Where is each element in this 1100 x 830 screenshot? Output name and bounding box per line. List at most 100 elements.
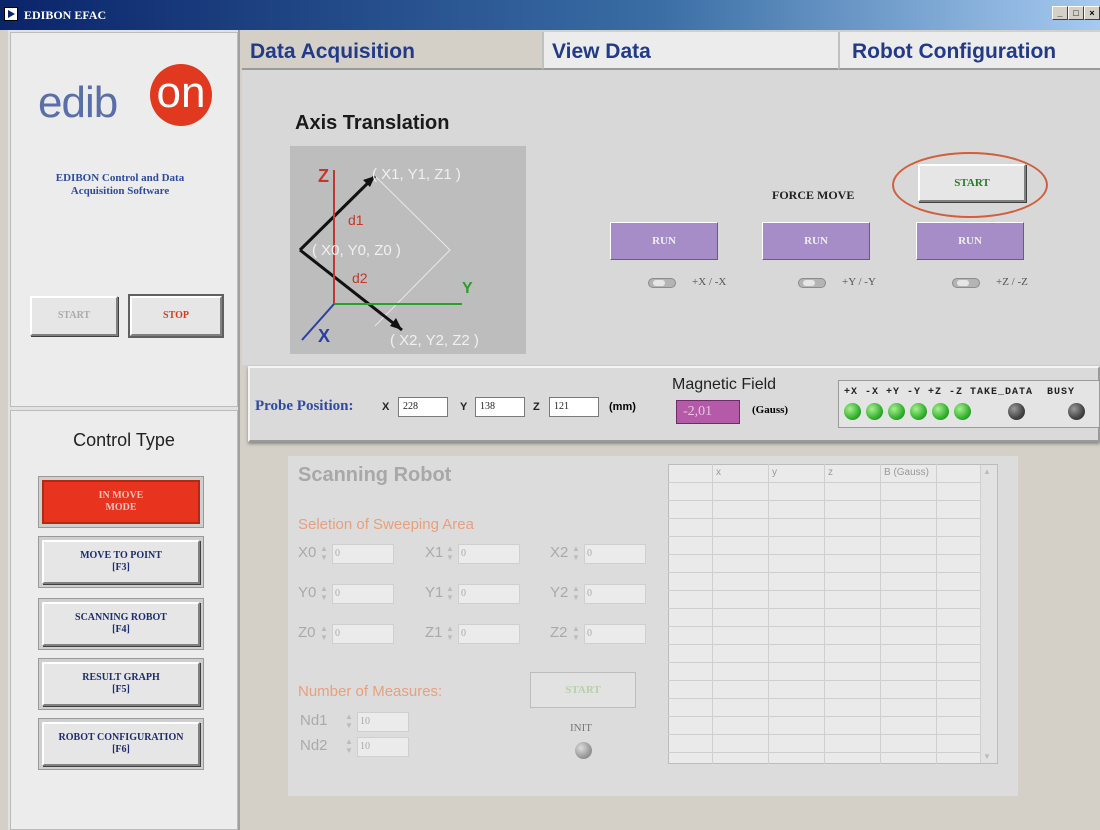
robot-configuration-button[interactable]: ROBOT CONFIGURATION [F6] (42, 722, 200, 766)
magnetic-field-title: Magnetic Field (672, 376, 777, 393)
y2-spinner[interactable]: ▲ ▼ (570, 584, 582, 604)
table-row (668, 536, 980, 537)
software-title: EDIBON Control and Data Acquisition Soft… (55, 172, 185, 197)
run-z-button[interactable]: RUN (916, 222, 1024, 260)
z1-label: Z1 (425, 624, 443, 641)
led-plus-x (844, 403, 861, 420)
z2-input[interactable]: 0 (584, 624, 646, 644)
d2-arrow (299, 248, 403, 332)
table-row (668, 752, 980, 753)
led-busy (1068, 403, 1085, 420)
d1-label: d1 (348, 212, 364, 228)
z1-spinner[interactable]: ▲ ▼ (444, 624, 456, 644)
x-axis-label: X (318, 326, 331, 346)
probe-unit-label: (mm) (609, 401, 636, 413)
in-move-mode-button[interactable]: IN MOVE MODE (42, 480, 200, 524)
x1-spinner[interactable]: ▲ ▼ (444, 544, 456, 564)
force-move-start-button[interactable]: START (918, 164, 1026, 202)
probe-z-value: 121 (549, 397, 599, 417)
title-bar: EDIBON EFAC _ □ × (0, 0, 1100, 30)
y-direction-toggle[interactable] (798, 278, 826, 288)
y0-input[interactable]: 0 (332, 584, 394, 604)
z1-input[interactable]: 0 (458, 624, 520, 644)
table-header-y: y (772, 467, 777, 478)
z2-spinner[interactable]: ▲ ▼ (570, 624, 582, 644)
table-row (668, 482, 980, 483)
maximize-icon[interactable]: □ (1068, 6, 1084, 20)
scanning-robot-button[interactable]: SCANNING ROBOT [F4] (42, 602, 200, 646)
y0-spinner[interactable]: ▲ ▼ (318, 584, 330, 604)
z0-input[interactable]: 0 (332, 624, 394, 644)
probe-x-label: X (382, 401, 390, 413)
x2-spinner[interactable]: ▲ ▼ (570, 544, 582, 564)
result-graph-button[interactable]: RESULT GRAPH [F5] (42, 662, 200, 706)
init-label: INIT (570, 722, 592, 734)
run-x-button[interactable]: RUN (610, 222, 718, 260)
nd1-label: Nd1 (300, 712, 328, 729)
y2-input[interactable]: 0 (584, 584, 646, 604)
y2-label: Y2 (550, 584, 569, 601)
table-row (668, 698, 980, 699)
y1-label: Y1 (425, 584, 444, 601)
logo-circle: on (150, 64, 212, 126)
led-minus-x (866, 403, 883, 420)
x2-input[interactable]: 0 (584, 544, 646, 564)
probe-y-value: 138 (475, 397, 525, 417)
table-scrollbar[interactable]: ▲ ▼ (980, 465, 997, 763)
x1-input[interactable]: 0 (458, 544, 520, 564)
z0-spinner[interactable]: ▲ ▼ (318, 624, 330, 644)
probe-position-label: Probe Position: (255, 398, 354, 414)
table-header-z: z (828, 467, 833, 478)
d2-arrowhead (390, 318, 402, 330)
magnetic-field-unit: (Gauss) (752, 404, 789, 416)
x0-spinner[interactable]: ▲ ▼ (318, 544, 330, 564)
table-row (668, 734, 980, 735)
run-y-button[interactable]: RUN (762, 222, 870, 260)
z-direction-toggle[interactable] (952, 278, 980, 288)
scroll-up-icon[interactable]: ▲ (983, 467, 991, 476)
minimize-icon[interactable]: _ (1052, 6, 1068, 20)
z-direction-label: +Z / -Z (996, 276, 1028, 288)
tab-robot-configuration[interactable]: Robot Configuration (838, 32, 1100, 70)
stop-button[interactable]: STOP (128, 294, 224, 338)
table-row (668, 644, 980, 645)
table-col-divider (712, 464, 713, 764)
table-row (668, 662, 980, 663)
init-led (575, 742, 592, 759)
table-row (668, 626, 980, 627)
axis-translation-diagram: Z Y X ( X1, Y1, Z1 ) ( X0, Y0, Z0 ) ( X2… (290, 146, 526, 354)
led-minus-z (954, 403, 971, 420)
table-col-divider (768, 464, 769, 764)
nd2-input[interactable]: 10 (357, 737, 409, 757)
x0-input[interactable]: 0 (332, 544, 394, 564)
x-direction-label: +X / -X (692, 276, 727, 288)
close-icon[interactable]: × (1084, 6, 1100, 20)
status-led-labels: +X -X +Y -Y +Z -Z TAKE_DATA BUSY (844, 387, 1076, 398)
tab-view-data[interactable]: View Data (542, 32, 838, 70)
led-take-data (1008, 403, 1025, 420)
point-2-label: ( X2, Y2, Z2 ) (390, 332, 479, 349)
magnetic-field-value: -2,01 (676, 400, 740, 424)
x-direction-toggle[interactable] (648, 278, 676, 288)
force-move-label: FORCE MOVE (772, 188, 855, 202)
scanning-start-button[interactable]: START (530, 672, 636, 708)
z-axis-label: Z (318, 166, 329, 186)
logo-text: edib (38, 78, 118, 127)
y0-label: Y0 (298, 584, 317, 601)
probe-x-value: 228 (398, 397, 448, 417)
y1-input[interactable]: 0 (458, 584, 520, 604)
nd1-spinner[interactable]: ▲ ▼ (343, 712, 355, 732)
table-col-divider (936, 464, 937, 764)
led-minus-y (910, 403, 927, 420)
scan-data-table[interactable] (668, 464, 998, 764)
move-to-point-button[interactable]: MOVE TO POINT [F3] (42, 540, 200, 584)
y1-spinner[interactable]: ▲ ▼ (444, 584, 456, 604)
tab-data-acquisition[interactable]: Data Acquisition (242, 32, 542, 70)
scroll-down-icon[interactable]: ▼ (983, 752, 991, 761)
table-col-divider (880, 464, 881, 764)
nd1-input[interactable]: 10 (357, 712, 409, 732)
table-row (668, 500, 980, 501)
start-button[interactable]: START (30, 296, 118, 336)
nd2-spinner[interactable]: ▲ ▼ (343, 737, 355, 757)
sweeping-area-title: Seletion of Sweeping Area (298, 516, 474, 533)
